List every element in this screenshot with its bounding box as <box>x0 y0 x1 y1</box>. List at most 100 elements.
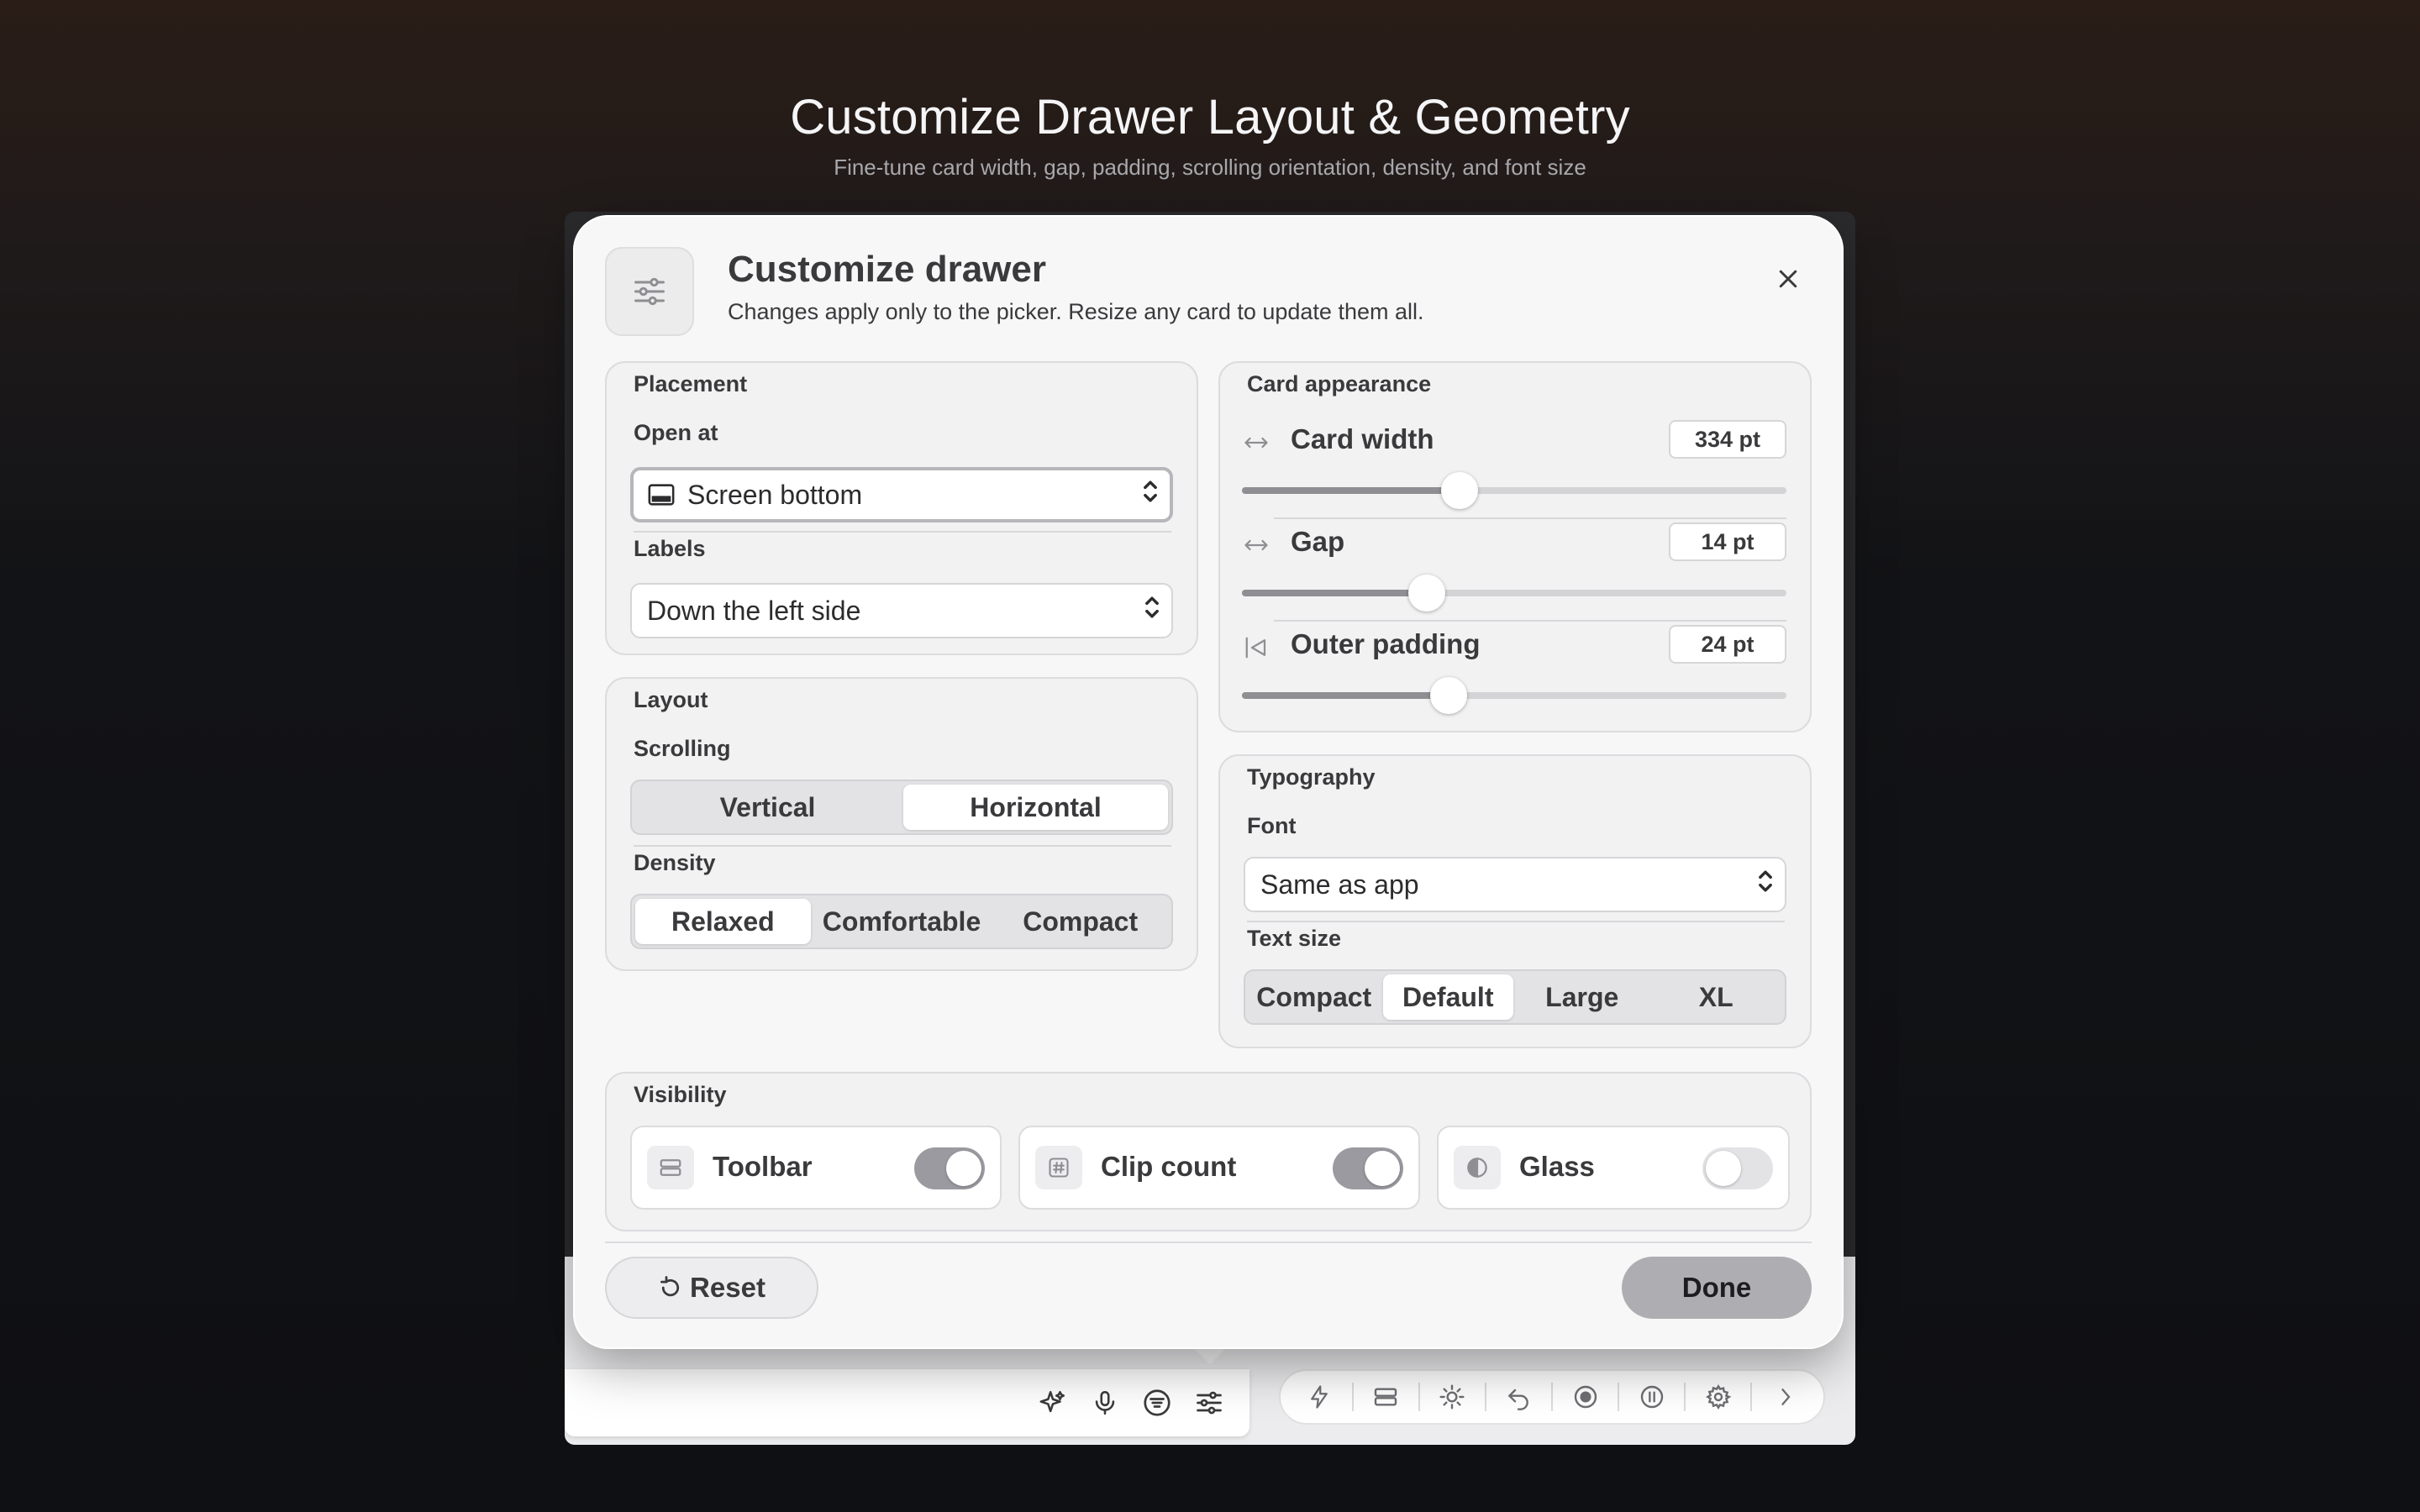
labels-value: Down the left side <box>647 595 861 626</box>
layout-title: Layout <box>634 687 708 712</box>
toolbar-toggle[interactable] <box>914 1147 985 1189</box>
segment-compact[interactable]: Compact <box>992 899 1168 944</box>
dialog-title: Customize drawer <box>728 249 1046 290</box>
customize-drawer-dialog: Customize drawer Changes apply only to t… <box>573 215 1844 1349</box>
clip-count-card: Clip count <box>1018 1126 1420 1210</box>
toggle-knob <box>1706 1151 1741 1186</box>
placement-title: Placement <box>634 371 748 396</box>
sparkles-icon[interactable] <box>1034 1384 1071 1421</box>
text-size-label: Text size <box>1247 926 1342 951</box>
text-size-segmented: Compact Default Large XL <box>1244 969 1786 1025</box>
glass-card: Glass <box>1437 1126 1790 1210</box>
chevron-right-icon[interactable] <box>1766 1378 1803 1415</box>
open-at-label: Open at <box>634 420 718 445</box>
card-appearance-group: Card appearance Card width 334 pt Gap 14… <box>1218 361 1812 732</box>
density-label: Density <box>634 850 716 875</box>
glass-toggle[interactable] <box>1702 1147 1773 1189</box>
close-button[interactable] <box>1765 255 1812 302</box>
visibility-group: Visibility Toolbar Clip count Glass <box>605 1072 1812 1231</box>
slider-fill <box>1242 487 1460 494</box>
segment-default[interactable]: Default <box>1382 974 1513 1020</box>
open-at-select[interactable]: Screen bottom <box>630 467 1173 522</box>
toolbar-label: Toolbar <box>713 1151 813 1182</box>
gap-value[interactable]: 14 pt <box>1669 522 1786 561</box>
page-subtitle: Fine-tune card width, gap, padding, scro… <box>834 155 1586 180</box>
gear-icon[interactable] <box>1700 1378 1737 1415</box>
divider <box>634 845 1171 847</box>
segment-xl[interactable]: XL <box>1651 974 1782 1020</box>
gap-slider[interactable] <box>1242 575 1786 612</box>
chevron-updown-icon <box>1143 593 1161 628</box>
separator <box>1484 1383 1486 1411</box>
card-width-label: Card width <box>1291 423 1434 454</box>
font-label: Font <box>1247 813 1297 838</box>
separator <box>1618 1383 1620 1411</box>
record-icon[interactable] <box>1567 1378 1604 1415</box>
toggle-knob <box>946 1151 981 1186</box>
segment-comfortable[interactable]: Comfortable <box>814 899 990 944</box>
horizontal-arrows-icon <box>1242 428 1270 457</box>
separator <box>1684 1383 1686 1411</box>
pause-icon[interactable] <box>1634 1378 1670 1415</box>
slider-thumb[interactable] <box>1441 472 1479 509</box>
toolbar-icon <box>647 1146 694 1189</box>
typography-title: Typography <box>1247 764 1376 790</box>
typography-group: Typography Font Same as app Text size Co… <box>1218 754 1812 1048</box>
bolt-icon[interactable] <box>1301 1378 1338 1415</box>
separator <box>1550 1383 1553 1411</box>
half-circle-icon <box>1454 1146 1501 1189</box>
segment-relaxed[interactable]: Relaxed <box>635 899 811 944</box>
segment-vertical[interactable]: Vertical <box>635 785 900 830</box>
stack-icon[interactable] <box>1367 1378 1404 1415</box>
visibility-title: Visibility <box>634 1082 727 1107</box>
close-icon <box>1779 270 1797 288</box>
toolbar-card: Toolbar <box>630 1126 1002 1210</box>
outer-padding-slider[interactable] <box>1242 677 1786 714</box>
sliders-icon[interactable] <box>1191 1384 1228 1421</box>
labels-label: Labels <box>634 536 706 561</box>
undo-icon[interactable] <box>1500 1378 1537 1415</box>
slider-thumb[interactable] <box>1430 677 1468 714</box>
density-segmented: Relaxed Comfortable Compact <box>630 894 1173 949</box>
padding-icon <box>1242 633 1270 662</box>
segment-compact[interactable]: Compact <box>1249 974 1380 1020</box>
hash-icon <box>1035 1146 1082 1189</box>
bottom-bar-right <box>1279 1369 1825 1425</box>
clip-count-label: Clip count <box>1101 1151 1237 1182</box>
reset-button[interactable]: Reset <box>605 1257 818 1319</box>
chevron-updown-icon <box>1756 867 1775 902</box>
placement-group: Placement Open at Screen bottom Labels D… <box>605 361 1198 655</box>
divider <box>1274 517 1786 519</box>
slider-fill <box>1242 692 1449 699</box>
separator <box>1418 1383 1420 1411</box>
glass-label: Glass <box>1519 1151 1595 1182</box>
open-at-value: Screen bottom <box>687 479 863 510</box>
bottom-bar-left <box>565 1369 1249 1436</box>
scrolling-segmented: Vertical Horizontal <box>630 780 1173 835</box>
card-width-slider[interactable] <box>1242 472 1786 509</box>
done-button[interactable]: Done <box>1622 1257 1812 1319</box>
font-select[interactable]: Same as app <box>1244 857 1786 912</box>
microphone-icon[interactable] <box>1086 1384 1123 1421</box>
chevron-updown-icon <box>1141 477 1160 512</box>
sun-icon[interactable] <box>1434 1378 1470 1415</box>
divider <box>1247 921 1785 922</box>
scrolling-label: Scrolling <box>634 736 731 761</box>
footer-divider <box>605 1242 1812 1243</box>
outer-padding-value[interactable]: 24 pt <box>1669 625 1786 664</box>
reset-icon <box>660 1276 680 1297</box>
separator <box>1750 1383 1753 1411</box>
segment-large[interactable]: Large <box>1517 974 1648 1020</box>
slider-thumb[interactable] <box>1408 575 1446 612</box>
card-width-value[interactable]: 334 pt <box>1669 420 1786 459</box>
reset-label: Reset <box>690 1272 765 1303</box>
separator <box>1351 1383 1354 1411</box>
segment-horizontal[interactable]: Horizontal <box>903 785 1168 830</box>
labels-select[interactable]: Down the left side <box>630 583 1173 638</box>
filter-icon[interactable] <box>1139 1384 1176 1421</box>
screen-bottom-icon <box>647 482 676 507</box>
clip-count-toggle[interactable] <box>1333 1147 1403 1189</box>
outer-padding-label: Outer padding <box>1291 628 1481 659</box>
gap-label: Gap <box>1291 526 1345 557</box>
layout-group: Layout Scrolling Vertical Horizontal Den… <box>605 677 1198 971</box>
